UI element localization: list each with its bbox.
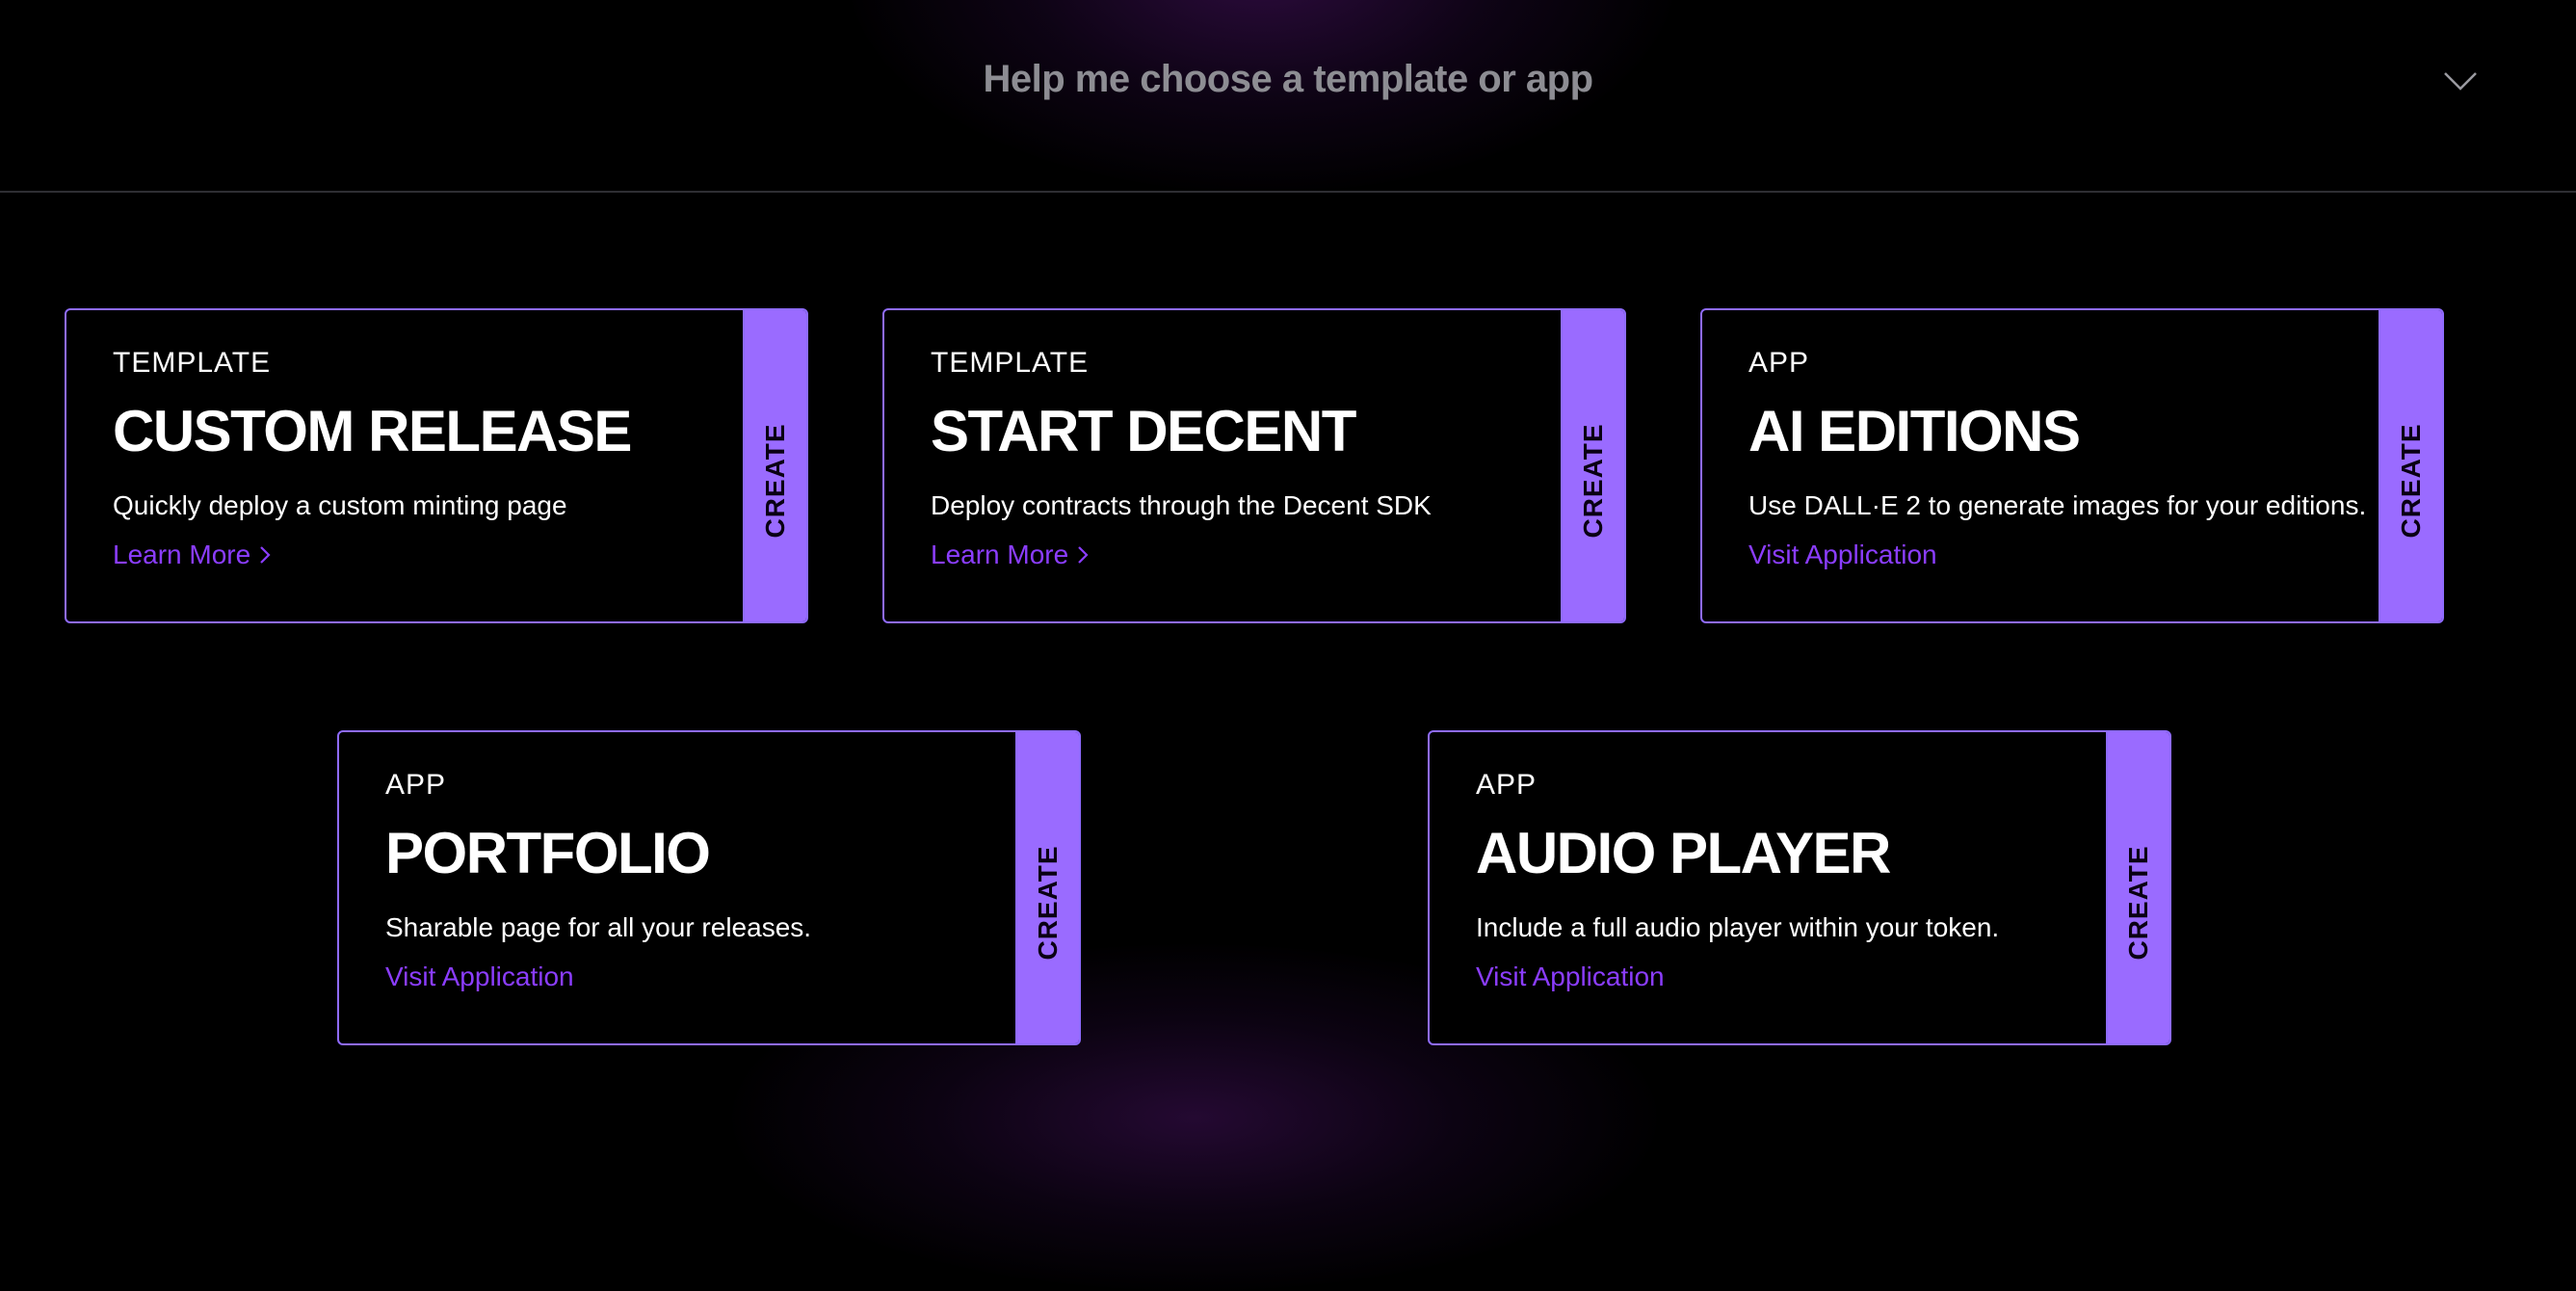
card-description: Include a full audio player within your … [1476, 912, 2000, 942]
visit-application-link[interactable]: Visit Application [1748, 540, 1937, 570]
card-start-decent: TEMPLATE START DECENT Deploy contracts t… [882, 308, 1626, 623]
create-label: CREATE [1033, 845, 1063, 961]
chevron-down-icon[interactable] [2443, 69, 2478, 92]
card-description: Deploy contracts through the Decent SDK [931, 490, 1432, 520]
card-content: TEMPLATE START DECENT Deploy contracts t… [931, 349, 1557, 570]
create-label: CREATE [760, 423, 790, 539]
card-content: APP AUDIO PLAYER Include a full audio pl… [1476, 771, 2102, 992]
card-custom-release: TEMPLATE CUSTOM RELEASE Quickly deploy a… [65, 308, 808, 623]
card-title: PORTFOLIO [385, 821, 711, 885]
card-title: AI EDITIONS [1748, 399, 2081, 463]
card-title: AUDIO PLAYER [1476, 821, 1891, 885]
card-title: CUSTOM RELEASE [113, 399, 632, 463]
card-content: APP PORTFOLIO Sharable page for all your… [385, 771, 1012, 992]
card-type-label: APP [1476, 769, 1538, 801]
chevron-right-icon [1078, 545, 1089, 564]
visit-application-link[interactable]: Visit Application [1476, 962, 1665, 992]
card-portfolio: APP PORTFOLIO Sharable page for all your… [337, 730, 1081, 1045]
create-label: CREATE [1578, 423, 1608, 539]
learn-more-link[interactable]: Learn More [931, 540, 1090, 570]
create-button[interactable]: CREATE [743, 310, 806, 621]
card-type-label: TEMPLATE [113, 347, 272, 379]
card-description: Quickly deploy a custom minting page [113, 490, 567, 520]
create-button[interactable]: CREATE [1561, 310, 1624, 621]
card-audio-player: APP AUDIO PLAYER Include a full audio pl… [1428, 730, 2171, 1045]
create-button[interactable]: CREATE [1015, 732, 1079, 1043]
card-description: Use DALL·E 2 to generate images for your… [1748, 490, 2367, 520]
visit-application-link[interactable]: Visit Application [385, 962, 574, 992]
card-type-label: TEMPLATE [931, 347, 1090, 379]
create-button[interactable]: CREATE [2379, 310, 2442, 621]
create-label: CREATE [2396, 423, 2426, 539]
card-description: Sharable page for all your releases. [385, 912, 812, 942]
learn-more-label: Learn More [931, 539, 1069, 569]
create-button[interactable]: CREATE [2106, 732, 2169, 1043]
accordion-title: Help me choose a template or app [983, 58, 1593, 100]
card-content: APP AI EDITIONS Use DALL·E 2 to generate… [1748, 349, 2375, 570]
card-ai-editions: APP AI EDITIONS Use DALL·E 2 to generate… [1700, 308, 2444, 623]
template-chooser-accordion[interactable]: Help me choose a template or app [0, 0, 2576, 193]
create-label: CREATE [2123, 845, 2153, 961]
card-title: START DECENT [931, 399, 1356, 463]
chevron-right-icon [260, 545, 271, 564]
learn-more-link[interactable]: Learn More [113, 540, 272, 570]
learn-more-label: Learn More [113, 539, 251, 569]
card-content: TEMPLATE CUSTOM RELEASE Quickly deploy a… [113, 349, 739, 570]
card-type-label: APP [1748, 347, 1810, 379]
card-type-label: APP [385, 769, 447, 801]
